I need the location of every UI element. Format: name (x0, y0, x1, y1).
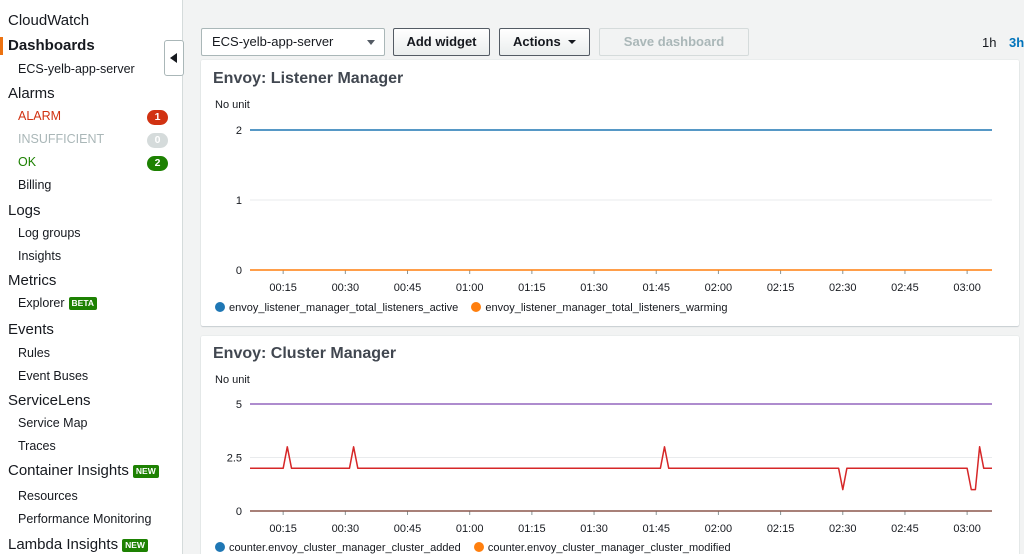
widget-cluster-manager[interactable]: Envoy: Cluster Manager No unit 0 2.5 5 00:1… (201, 336, 1019, 554)
x-tick-label: 03:00 (953, 523, 981, 535)
new-badge: NEW (122, 538, 148, 552)
sidebar-item-ok[interactable]: OK (18, 155, 36, 169)
sidebar-item-container-insights[interactable]: Container Insights NEW (8, 462, 159, 479)
y-tick-label: 2.5 (227, 453, 242, 465)
sidebar-item-insights[interactable]: Insights (18, 249, 61, 263)
legend-color-swatch (215, 302, 225, 312)
sidebar-item-resources[interactable]: Resources (18, 489, 78, 503)
x-tick-label: 01:30 (580, 282, 608, 294)
sidebar-collapse-button[interactable] (164, 40, 184, 76)
x-tick-label: 02:15 (767, 282, 795, 294)
y-tick-label: 2 (236, 125, 242, 137)
line-chart-cluster-manager[interactable]: 0 2.5 5 00:15 00:30 00:45 01:00 01:15 01:30 01:45… (201, 336, 1019, 554)
x-tick-label: 02:45 (891, 523, 919, 535)
x-tick-label: 02:30 (829, 282, 857, 294)
sidebar-item-traces[interactable]: Traces (18, 439, 56, 453)
widget-listener-manager[interactable]: Envoy: Listener Manager No unit 0 1 2 00:15… (201, 60, 1019, 326)
x-tick-label: 02:00 (705, 282, 733, 294)
lambda-insights-label: Lambda Insights (8, 536, 119, 553)
sidebar-item-logs[interactable]: Logs (8, 202, 41, 219)
sidebar-title-cloudwatch[interactable]: CloudWatch (8, 12, 89, 29)
caret-down-icon (568, 40, 576, 44)
x-tick-label: 00:15 (269, 523, 297, 535)
sidebar-item-lambda-insights[interactable]: Lambda Insights NEW (8, 536, 148, 553)
sidebar-item-explorer[interactable]: Explorer BETA (18, 296, 98, 311)
x-tick-label: 00:15 (269, 282, 297, 294)
active-indicator (0, 37, 3, 55)
dashboard-select[interactable]: ECS-yelb-app-server (201, 28, 385, 56)
sidebar-item-alarms[interactable]: Alarms (8, 85, 55, 102)
y-tick-label: 0 (236, 265, 242, 277)
legend-item[interactable]: envoy_listener_manager_total_listeners_w… (471, 302, 728, 314)
x-tick-label: 00:45 (394, 282, 422, 294)
actions-label: Actions (513, 34, 561, 49)
x-tick-label: 00:30 (332, 282, 360, 294)
sidebar-item-billing[interactable]: Billing (18, 178, 51, 192)
alarm-count-badge: 1 (147, 110, 168, 125)
legend-item[interactable]: envoy_listener_manager_total_listeners_a… (215, 302, 458, 314)
explorer-label: Explorer (18, 296, 65, 310)
sidebar-item-metrics[interactable]: Metrics (8, 272, 56, 289)
legend-color-swatch (471, 302, 482, 312)
series-line (250, 446, 992, 491)
sidebar: CloudWatch Dashboards ECS-yelb-app-serve… (0, 0, 183, 554)
ok-count-badge: 2 (147, 156, 168, 171)
x-tick-label: 03:00 (953, 282, 981, 294)
add-widget-button[interactable]: Add widget (393, 28, 490, 56)
legend-color-swatch (473, 542, 484, 552)
insufficient-count-badge: 0 (147, 133, 168, 148)
x-tick-label: 01:45 (642, 523, 670, 535)
y-tick-label: 0 (236, 506, 242, 518)
x-tick-label: 01:15 (518, 523, 546, 535)
legend-label: envoy_listener_manager_total_listeners_a… (229, 302, 459, 314)
cloudwatch-console: CloudWatch Dashboards ECS-yelb-app-serve… (0, 0, 1024, 554)
x-tick-label: 01:00 (456, 523, 484, 535)
caret-down-icon (367, 40, 375, 45)
sidebar-item-events[interactable]: Events (8, 321, 54, 338)
caret-left-icon (170, 53, 177, 63)
x-tick-label: 00:45 (394, 523, 422, 535)
sidebar-item-event-buses[interactable]: Event Buses (18, 369, 88, 383)
line-chart-listener-manager[interactable]: 0 1 2 00:15 00:30 00:45 01:00 01:15 01:30 01:45 02… (201, 60, 1019, 326)
sidebar-item-log-groups[interactable]: Log groups (18, 226, 81, 240)
y-tick-label: 5 (236, 399, 242, 411)
x-tick-label: 01:15 (518, 282, 546, 294)
dashboard-toolbar: ECS-yelb-app-server Add widget Actions S… (184, 0, 1024, 66)
x-tick-label: 00:30 (332, 523, 360, 535)
sidebar-item-alarm[interactable]: ALARM (18, 109, 61, 123)
legend-color-swatch (215, 542, 225, 552)
chart-legend: counter.envoy_cluster_manager_cluster_ad… (215, 542, 741, 554)
x-tick-label: 01:00 (456, 282, 484, 294)
sidebar-item-servicelens[interactable]: ServiceLens (8, 392, 91, 409)
sidebar-item-insufficient[interactable]: INSUFFICIENT (18, 132, 104, 146)
beta-badge: BETA (68, 297, 98, 311)
legend-label: envoy_listener_manager_total_listeners_w… (485, 302, 728, 314)
legend-item[interactable]: counter.envoy_cluster_manager_cluster_ad… (215, 542, 461, 554)
actions-button[interactable]: Actions (499, 28, 590, 56)
sidebar-item-dashboard-ecs[interactable]: ECS-yelb-app-server (18, 62, 135, 76)
sidebar-item-rules[interactable]: Rules (18, 346, 50, 360)
x-tick-label: 01:30 (580, 523, 608, 535)
legend-label: counter.envoy_cluster_manager_cluster_mo… (487, 542, 731, 554)
x-tick-label: 02:00 (705, 523, 733, 535)
x-tick-label: 02:45 (891, 282, 919, 294)
new-badge: NEW (132, 464, 159, 478)
chart-legend: envoy_listener_manager_total_listeners_a… (215, 302, 738, 314)
x-tick-label: 01:45 (642, 282, 670, 294)
legend-label: counter.envoy_cluster_manager_cluster_ad… (229, 542, 461, 554)
time-range-3h[interactable]: 3h (1009, 35, 1024, 50)
legend-item[interactable]: counter.envoy_cluster_manager_cluster_mo… (473, 542, 731, 554)
x-tick-label: 02:30 (829, 523, 857, 535)
time-range-1h[interactable]: 1h (982, 35, 996, 50)
y-tick-label: 1 (236, 195, 242, 207)
sidebar-item-service-map[interactable]: Service Map (18, 416, 87, 430)
dashboard-select-value: ECS-yelb-app-server (212, 34, 334, 49)
sidebar-item-performance-monitoring[interactable]: Performance Monitoring (18, 512, 151, 526)
container-insights-label: Container Insights (8, 462, 129, 479)
sidebar-item-dashboards[interactable]: Dashboards (8, 37, 95, 54)
x-tick-label: 02:15 (767, 523, 795, 535)
save-dashboard-button[interactable]: Save dashboard (599, 28, 749, 56)
